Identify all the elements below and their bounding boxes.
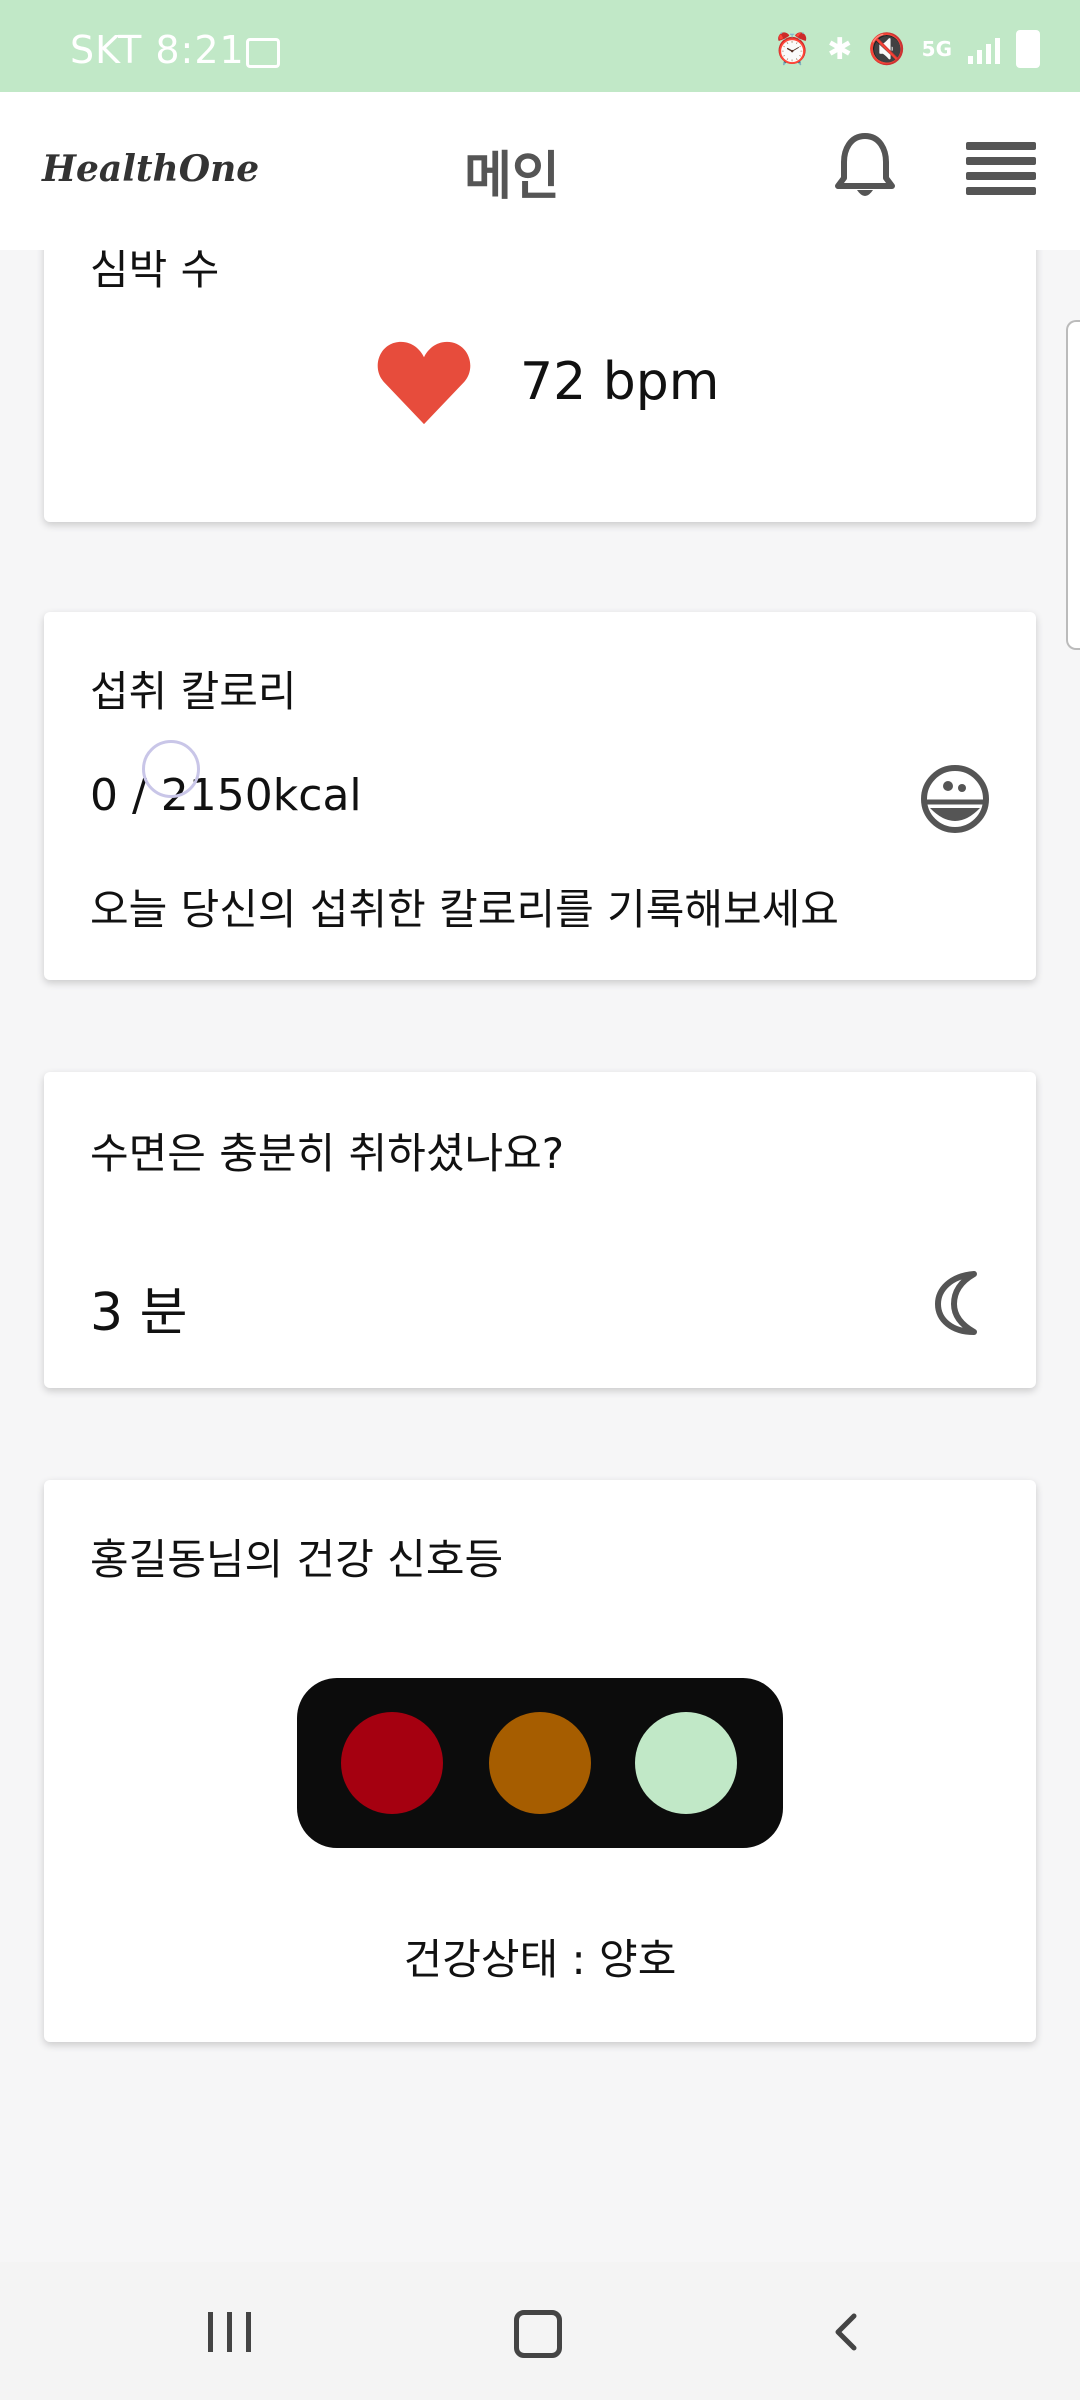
status-icons: ⏰ ✱ 🔇 5G	[774, 30, 1040, 68]
home-button[interactable]	[514, 2310, 562, 2358]
sleep-card[interactable]: 수면은 충분히 취하셨나요? 3 분	[44, 1072, 1036, 1388]
food-icon[interactable]	[920, 764, 990, 834]
main-content[interactable]: 심박 수 72 bpm 섭취 칼로리 0 / 2150kcal 오늘 당신의 섭…	[0, 250, 1080, 2086]
alarm-icon: ⏰	[773, 31, 812, 67]
sleep-value: 3 분	[90, 1283, 188, 1343]
light-green	[635, 1712, 737, 1814]
status-time: SKT 8:21	[70, 28, 245, 72]
health-signal-title: 홍길동님의 건강 신호등	[90, 1535, 504, 1584]
menu-icon[interactable]	[966, 142, 1036, 196]
moon-icon[interactable]	[930, 1268, 990, 1338]
system-nav-bar	[0, 2262, 1080, 2400]
signal-icon	[968, 34, 1000, 64]
traffic-light	[297, 1678, 783, 1848]
heart-rate-title: 심박 수	[90, 250, 220, 294]
sleep-title: 수면은 충분히 취하셨나요?	[90, 1129, 565, 1178]
recent-apps-button[interactable]	[208, 2312, 251, 2352]
status-bar: SKT 8:21 ⏰ ✱ 🔇 5G	[0, 0, 1080, 92]
heart-rate-value: 72 bpm	[520, 352, 720, 412]
bluetooth-icon: ✱	[827, 31, 853, 67]
back-button[interactable]	[826, 2312, 866, 2352]
screenshot-icon	[246, 38, 280, 68]
calorie-message: 오늘 당신의 섭취한 칼로리를 기록해보세요	[90, 885, 839, 934]
heart-icon	[377, 341, 471, 425]
calorie-title: 섭취 칼로리	[90, 667, 297, 716]
heart-rate-card[interactable]: 심박 수 72 bpm	[44, 250, 1036, 522]
bell-icon[interactable]	[832, 130, 898, 202]
health-status: 건강상태 : 양호	[403, 1935, 677, 1984]
network-label: 5G	[921, 37, 952, 61]
app-bar: HealthOne 메인	[0, 92, 1080, 250]
light-orange	[489, 1712, 591, 1814]
light-red	[341, 1712, 443, 1814]
calorie-card[interactable]: 섭취 칼로리 0 / 2150kcal 오늘 당신의 섭취한 칼로리를 기록해보…	[44, 612, 1036, 980]
battery-icon	[1016, 30, 1040, 68]
mute-icon: 🔇	[868, 31, 906, 67]
health-signal-card[interactable]: 홍길동님의 건강 신호등 건강상태 : 양호	[44, 1480, 1036, 2042]
touch-indicator	[142, 740, 200, 798]
calorie-value: 0 / 2150kcal	[90, 770, 362, 821]
scrollbar-handle[interactable]	[1066, 320, 1080, 650]
